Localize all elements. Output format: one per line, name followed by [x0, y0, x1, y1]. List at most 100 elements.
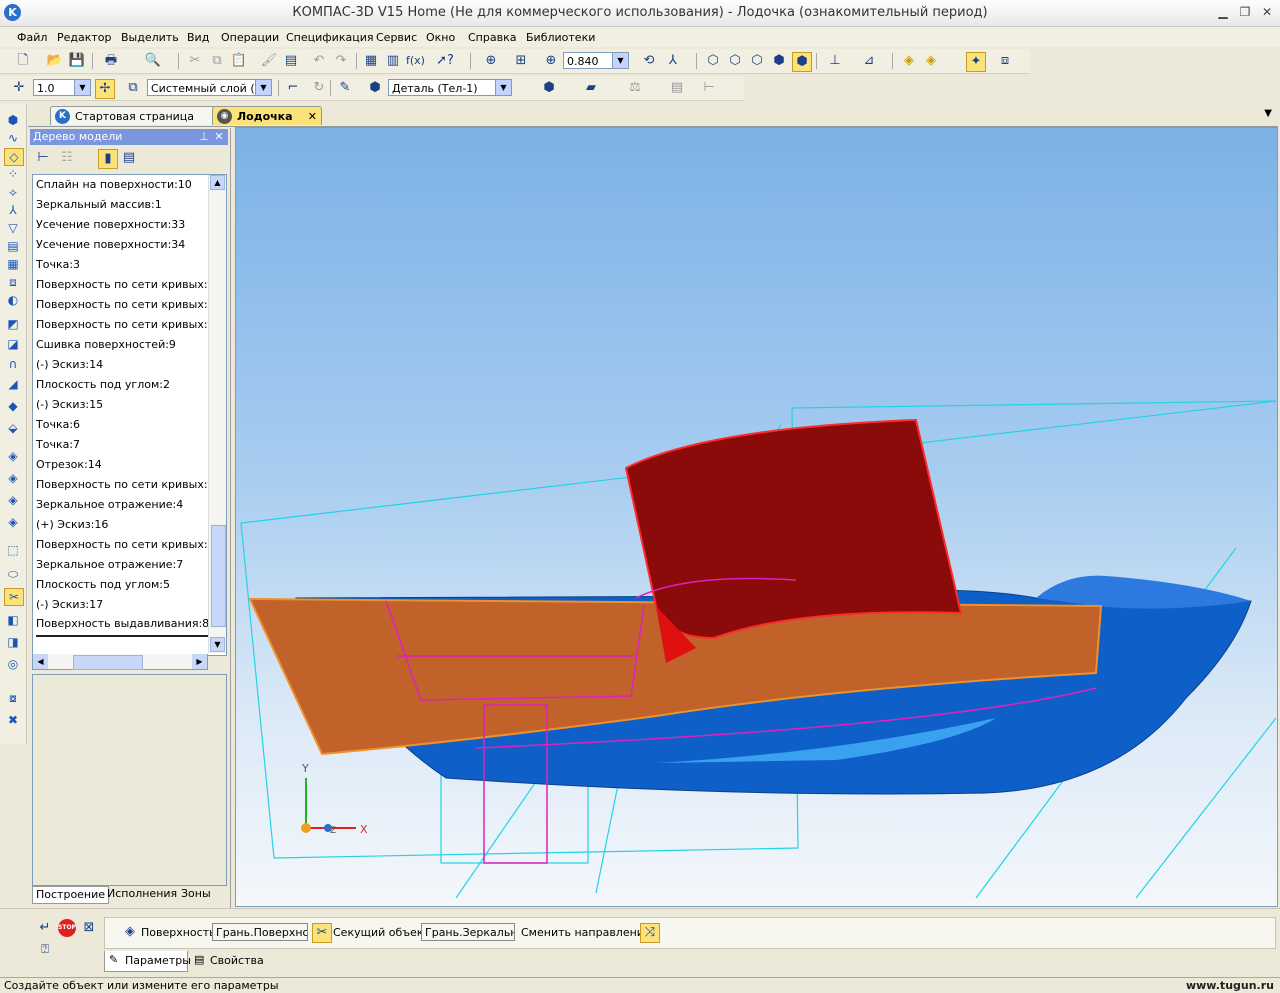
thin-hidden-icon[interactable]: ⬡ [748, 52, 766, 70]
remove-faces-icon[interactable]: ◨ [4, 634, 22, 650]
fx-icon[interactable]: f(x) [406, 52, 425, 70]
close-panel-icon[interactable]: ✕ [213, 129, 225, 145]
cutting-object-field[interactable]: Грань.Зеркальнс [421, 923, 515, 941]
trim-surface-icon[interactable]: ✂ [4, 588, 24, 606]
chevron-down-icon[interactable]: ▼ [74, 80, 90, 95]
tree-horizontal-scrollbar[interactable]: ◀ ▶ [32, 654, 208, 670]
aux-geometry-icon[interactable]: ⟡ [4, 184, 22, 200]
detail-icon[interactable]: ⬢ [366, 79, 384, 97]
spline-surface-icon[interactable]: ◈ [4, 470, 22, 486]
step-combo[interactable]: 1.0 ▼ [33, 79, 91, 96]
restore-surface-icon[interactable]: ◧ [4, 612, 22, 628]
minimize-icon[interactable]: ▁ [1215, 5, 1231, 19]
scroll-down-icon[interactable]: ▼ [210, 637, 225, 652]
menu-select[interactable]: Выделить [121, 31, 179, 44]
tab-properties[interactable]: ▤ Свойства [190, 951, 266, 971]
ortho-mode-icon[interactable]: ✢ [95, 79, 115, 99]
preview-icon[interactable]: 🔍 [144, 52, 162, 70]
cursor-coords-icon[interactable]: ✛ [10, 79, 28, 97]
local-cs-icon[interactable]: ⌐ [284, 79, 302, 97]
network-surface-icon[interactable]: ⬙ [4, 420, 22, 436]
tab-parameters[interactable]: ✎ Параметры [104, 951, 191, 972]
print-icon[interactable]: 🖶 [102, 52, 120, 70]
tab-construction[interactable]: Построение [32, 886, 110, 904]
offset-surface-icon[interactable]: ◈ [4, 492, 22, 508]
model-viewport[interactable]: Y X Z [235, 127, 1278, 907]
scroll-left-icon[interactable]: ◀ [33, 654, 48, 669]
layer-combo[interactable]: Системный слой (0) ▼ [147, 79, 272, 96]
select-filter-icon[interactable]: ◈ [922, 52, 940, 70]
menu-window[interactable]: Окно [426, 31, 455, 44]
tree-vertical-scrollbar[interactable]: ▲ ▼ [208, 175, 226, 653]
tree-view-icon[interactable]: ▮ [98, 149, 118, 169]
tree-props-icon[interactable]: ▤ [120, 149, 138, 167]
chevron-down-icon[interactable]: ▼ [495, 80, 511, 95]
ruled-surface-icon[interactable]: ◈ [4, 448, 22, 464]
tree-item[interactable]: Поверхность по сети кривых:16 [36, 275, 222, 295]
split-surface-icon[interactable]: ⧇ [4, 690, 22, 706]
change-direction-icon[interactable]: ⤨ [640, 923, 660, 943]
measure-tool-icon[interactable]: ⅄ [4, 202, 22, 218]
menu-operations[interactable]: Операции [221, 31, 279, 44]
tree-item[interactable]: (-) Эскиз:14 [36, 355, 103, 375]
delete-surface-icon[interactable]: ✖ [4, 712, 22, 728]
kinematic-surface-icon[interactable]: ∩ [4, 356, 22, 372]
tree-item[interactable]: Сплайн на поверхности:10 [36, 175, 192, 195]
rotate-icon[interactable]: ⟲ [640, 52, 658, 70]
tree-item[interactable]: Отрезок:14 [36, 455, 102, 475]
close-tab-icon[interactable]: ✕ [308, 107, 317, 126]
chevron-down-icon[interactable]: ▼ [612, 53, 628, 68]
tree-item[interactable]: Зеркальный массив:1 [36, 195, 162, 215]
tree-item[interactable]: Усечение поверхности:34 [36, 235, 185, 255]
tree-item[interactable]: Усечение поверхности:33 [36, 215, 185, 235]
section-icon[interactable]: ⊥ [826, 52, 844, 70]
tree-item[interactable]: Зеркальное отражение:4 [36, 495, 183, 515]
loft-surface-icon[interactable]: ◢ [4, 376, 22, 392]
filter-icon[interactable]: ◈ [900, 52, 918, 70]
menu-file[interactable]: Файл [17, 31, 47, 44]
perspective-icon[interactable]: ⊿ [860, 52, 878, 70]
sheet-body-icon[interactable]: ◐ [4, 292, 22, 308]
zoom-combo[interactable]: 0.840 ▼ [563, 52, 629, 69]
fill-surface-icon[interactable]: ◎ [4, 656, 22, 672]
spec-icon[interactable]: ▤ [4, 238, 22, 254]
menu-editor[interactable]: Редактор [57, 31, 112, 44]
help-pointer-icon[interactable]: ➚? [436, 52, 454, 70]
tree-item[interactable]: Поверхность по сети кривых:17 [36, 295, 222, 315]
help-icon[interactable]: ⍰ [36, 941, 54, 959]
scale-icon[interactable]: ⚖ [626, 79, 644, 97]
solid-icon[interactable]: ▰ [582, 79, 600, 97]
cut-icon[interactable]: ✂ [186, 52, 204, 70]
tree-item[interactable]: Поверхность по сети кривых:18 [36, 315, 222, 335]
open-file-icon[interactable]: 📂 [46, 52, 64, 70]
layer-icon[interactable]: ⧉ [124, 79, 142, 97]
tree-item[interactable]: Точка:7 [36, 435, 80, 455]
zoom-fit-icon[interactable]: ⊕ [482, 52, 500, 70]
tree-item-selected[interactable]: Поверхность выдавливания:8 [36, 615, 210, 637]
menu-libraries[interactable]: Библиотеки [526, 31, 595, 44]
format-painter-icon[interactable]: 🖌 [260, 52, 278, 70]
rebuild-icon[interactable]: ↻ [310, 79, 328, 97]
halftone-contour-icon[interactable]: ⬢ [792, 52, 812, 72]
new-file-icon[interactable]: 🗋 [14, 52, 32, 70]
redo-icon[interactable]: ↷ [332, 52, 350, 70]
detail-combo[interactable]: Деталь (Тел-1) ▼ [388, 79, 512, 96]
tab-executions[interactable]: Исполнения [104, 886, 180, 902]
properties-sheet-icon[interactable]: ▤ [282, 52, 300, 70]
tree-item[interactable]: Точка:6 [36, 415, 80, 435]
scroll-right-icon[interactable]: ▶ [192, 654, 207, 669]
sew-surface-icon[interactable]: ⬭ [4, 566, 22, 582]
surface-select-icon[interactable]: ◈ [121, 923, 139, 941]
arrays-icon[interactable]: ⁘ [4, 166, 22, 182]
hidden-lines-icon[interactable]: ⬡ [726, 52, 744, 70]
tree-item[interactable]: Точка:3 [36, 255, 80, 275]
orientation-icon[interactable]: ⅄ [664, 52, 682, 70]
sketch-icon[interactable]: ✎ [336, 79, 354, 97]
edit-detail-icon[interactable]: ⬢ [4, 112, 22, 128]
attributes-icon[interactable]: ▤ [668, 79, 686, 97]
extrude-surface-icon[interactable]: ◩ [4, 316, 22, 332]
revolve-surface-icon[interactable]: ◪ [4, 336, 22, 352]
tree-item[interactable]: (-) Эскиз:15 [36, 395, 103, 415]
tree-item[interactable]: Поверхность по сети кривых:24 [36, 535, 222, 555]
tree-item[interactable]: Плоскость под углом:2 [36, 375, 170, 395]
